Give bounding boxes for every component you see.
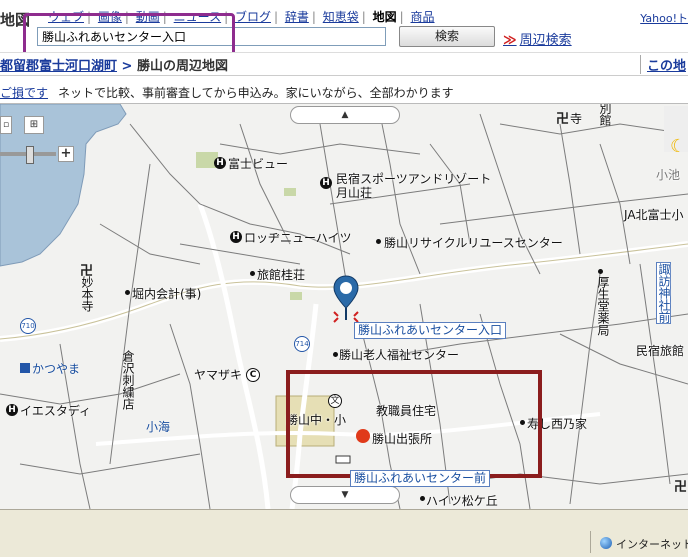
label-koike[interactable]: 小池 — [656, 166, 680, 183]
browser-status-bar — [0, 509, 688, 557]
poi-dot — [250, 271, 255, 276]
temple-icon: 卍 — [674, 480, 688, 495]
label-hait[interactable]: ハイツ松ケ丘 — [426, 492, 498, 509]
zoom-in-button[interactable]: + — [58, 146, 74, 162]
temple-icon: 卍 — [556, 112, 570, 127]
pan-down-button[interactable]: ▼ — [290, 486, 400, 504]
label-lodge[interactable]: ロッヂニューハイツ — [244, 229, 352, 246]
label-kurasawa[interactable]: 倉沢刺繍店 — [121, 350, 135, 410]
label-katsuyama-rojin[interactable]: 勝山老人福祉センター — [339, 346, 459, 363]
label-tera[interactable]: 寺 — [570, 110, 582, 127]
yahoo-top-link[interactable]: Yahoo!ト — [640, 10, 688, 26]
search-button[interactable]: 検索 — [399, 26, 495, 47]
label-yamazaki[interactable]: ヤマザキ — [194, 366, 242, 383]
poi-dot — [333, 352, 338, 357]
label-katsuyama[interactable]: かつやま — [32, 360, 80, 377]
hotel-icon: H — [6, 404, 18, 416]
location-pin-icon[interactable] — [330, 274, 362, 324]
map-view-button[interactable]: ▫ — [0, 116, 12, 134]
hotel-icon: H — [214, 157, 226, 169]
shop-icon — [20, 363, 30, 373]
pan-up-button[interactable]: ▲ — [290, 106, 400, 124]
label-fujiview[interactable]: 富士ビュー — [228, 155, 288, 172]
nav-blog[interactable]: ブログ — [235, 10, 271, 24]
label-esutadi[interactable]: イエスタディ — [20, 402, 91, 419]
label-betsukan[interactable]: 別館 — [598, 104, 612, 126]
hotel-icon: H — [320, 177, 332, 189]
label-myomoto[interactable]: 妙本寺 — [80, 276, 94, 312]
label-recycle[interactable]: 勝山リサイクルリユースセンター — [384, 234, 563, 251]
globe-icon — [600, 537, 612, 549]
this-map-link[interactable]: この地 — [639, 55, 686, 74]
label-ja[interactable]: JA北富士小 — [624, 206, 684, 223]
label-kouseido[interactable]: 厚生堂薬局 — [596, 276, 610, 336]
label-minshuku-ryokan[interactable]: 民宿旅館 — [636, 342, 684, 359]
poi-dot — [598, 269, 603, 274]
map-target-highlight — [286, 370, 542, 478]
bus-stop-suwa[interactable]: 諏訪神社前 — [656, 262, 671, 324]
nav-shopping[interactable]: 商品 — [411, 10, 435, 24]
nearby-search-label: 周辺検索 — [519, 33, 572, 48]
status-divider — [590, 531, 591, 553]
target-label[interactable]: 勝山ふれあいセンター入口 — [354, 322, 507, 339]
nav-chiebukuro[interactable]: 知恵袋 — [323, 10, 359, 24]
breadcrumb-item-current: 勝山の周辺地図 — [136, 59, 228, 74]
label-ryokan[interactable]: 旅館桂荘 — [257, 266, 305, 283]
nav-dictionary[interactable]: 辞書 — [285, 10, 309, 24]
poi-dot — [420, 496, 425, 501]
moon-icon: ☾ — [670, 136, 687, 157]
nav-map: 地図 — [372, 10, 397, 24]
grid-view-icon[interactable]: ⊞ — [24, 116, 44, 134]
bus-stop-label[interactable]: 勝山ふれあいセンター前 — [350, 470, 491, 487]
route-714-shield: 714 — [294, 336, 310, 352]
ad-link[interactable]: ご損です — [0, 84, 48, 101]
label-gekkousou[interactable]: 月山荘 — [336, 184, 372, 201]
label-kaikei[interactable]: 堀内会計(事) — [132, 285, 201, 302]
status-zone-label: インターネット — [616, 538, 688, 551]
label-koumi[interactable]: 小海 — [146, 418, 170, 435]
zoom-slider-handle[interactable] — [26, 146, 34, 164]
convenience-store-icon: C — [246, 368, 260, 382]
route-710-shield: 710 — [20, 318, 36, 334]
map-canvas[interactable]: ▲ ▼ ▫ ⊞ + ☾ H 富士ビュー H 民宿スポーツアンドリゾート 月山荘 … — [0, 104, 688, 509]
poi-dot — [125, 290, 130, 295]
hotel-icon: H — [230, 231, 242, 243]
poi-dot — [376, 239, 381, 244]
breadcrumb-separator: > — [121, 59, 133, 74]
nearby-search-link[interactable]: ≫ 周辺検索 — [503, 29, 572, 48]
double-chevron-icon: ≫ — [503, 33, 517, 48]
breadcrumb-item-town[interactable]: 都留郡富士河口湖町 — [0, 59, 117, 74]
breadcrumb: 都留郡富士河口湖町 > 勝山の周辺地図 — [0, 55, 228, 74]
ad-text: ネットで比較、事前審査してから申込み。家にいながら、全部わかります — [58, 86, 454, 100]
